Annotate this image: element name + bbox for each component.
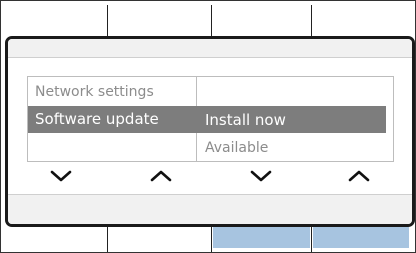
menu-option-install-now[interactable]: Install now bbox=[205, 111, 286, 129]
menu-option-available: Available bbox=[205, 140, 269, 156]
bottom-divider bbox=[211, 227, 212, 252]
top-divider bbox=[311, 5, 312, 36]
chevron-down-icon[interactable] bbox=[50, 169, 72, 183]
panel-header bbox=[8, 39, 412, 58]
device-screen: Network settings Software update Install… bbox=[0, 0, 416, 253]
chevron-up-icon[interactable] bbox=[150, 169, 172, 183]
chevron-down-icon[interactable] bbox=[250, 169, 272, 183]
menu-item-software-update[interactable]: Software update bbox=[35, 110, 159, 128]
bottom-divider bbox=[107, 227, 108, 252]
menu-item-network-settings[interactable]: Network settings bbox=[35, 83, 154, 101]
top-button-strip bbox=[1, 1, 415, 36]
top-divider bbox=[107, 5, 108, 36]
menu-panel: Network settings Software update Install… bbox=[5, 36, 415, 227]
softkey-3-button[interactable] bbox=[213, 227, 310, 248]
menu-list: Network settings Software update Install… bbox=[27, 76, 394, 162]
panel-footer bbox=[8, 194, 412, 224]
bottom-button-strip bbox=[1, 225, 415, 252]
softkey-4-button[interactable] bbox=[313, 227, 409, 248]
bottom-divider bbox=[311, 227, 312, 252]
chevron-up-icon[interactable] bbox=[348, 169, 370, 183]
menu-row-selected[interactable]: Software update Install now bbox=[28, 106, 386, 133]
top-divider bbox=[211, 5, 212, 36]
